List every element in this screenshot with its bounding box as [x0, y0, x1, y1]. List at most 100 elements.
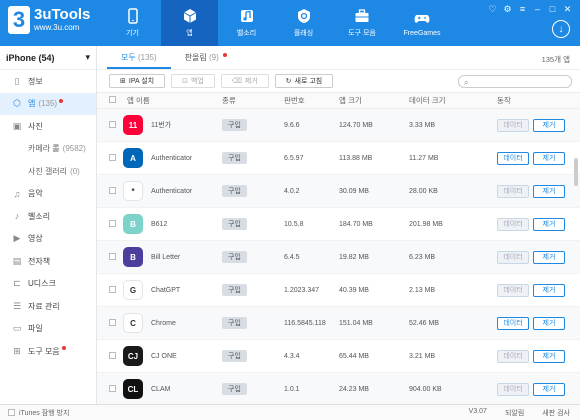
sidebar-item-label: 음악 — [28, 189, 43, 199]
app-name: Authenticator — [151, 154, 193, 162]
main-nav: 기기 앱 벨소리 플래싱 도구 모음 FreeGames — [104, 0, 452, 46]
column-header-app-size[interactable]: 앱 크기 — [339, 95, 409, 106]
table-row[interactable]: 11 11번가 구입 9.6.6 124.70 MB 3.33 MB 데이터 제거 — [97, 109, 580, 142]
music-icon — [240, 10, 253, 22]
maximize-icon[interactable]: □ — [548, 5, 557, 14]
nav-label: 도구 모음 — [348, 30, 376, 37]
app-name: CLAM — [151, 385, 171, 393]
table-row[interactable]: A Authenticator 구입 6.5.97 113.88 MB 11.27 MB 데… — [97, 142, 580, 175]
data-button[interactable]: 데이터 — [497, 382, 529, 396]
column-header-data-size[interactable]: 데이터 크기 — [409, 95, 497, 106]
table-row[interactable]: G ChatGPT 구입 1.2023.347 40.39 MB 2.13 MB 데이터 제거 — [97, 274, 580, 307]
nav-freegames[interactable]: FreeGames — [392, 0, 452, 46]
table-row[interactable]: * Authenticator 구입 4.0.2 30.09 MB 28.00 KB 데이터… — [97, 175, 580, 208]
tab-all[interactable]: 모두 (135) — [107, 52, 171, 69]
device-name: iPhone (54) — [6, 52, 55, 63]
sidebar-item-music[interactable]: ♫ 음악 — [0, 183, 96, 206]
remove-button[interactable]: 제거 — [533, 217, 565, 231]
data-button[interactable]: 데이터 — [497, 349, 529, 363]
nav-ringtones[interactable]: 벨소리 — [218, 0, 275, 46]
app-version: 1.2023.347 — [284, 286, 320, 294]
shirt-icon[interactable]: ♡ — [488, 5, 497, 14]
minimize-icon[interactable]: – — [533, 5, 542, 14]
scrollbar[interactable] — [574, 158, 578, 186]
backup-button[interactable]: ⊡ 백업 — [171, 74, 215, 88]
column-header-name[interactable]: 앱 이름 — [115, 95, 222, 106]
itunes-checkbox[interactable] — [8, 409, 15, 416]
feedback-link[interactable]: 되알림 — [505, 408, 524, 418]
data-button[interactable]: 데이터 — [497, 283, 529, 297]
device-selector[interactable]: iPhone (54) ▾ — [0, 46, 96, 70]
column-header-action: 동작 — [497, 96, 511, 105]
sidebar-item-label: 사진 — [28, 121, 43, 131]
app-size: 30.09 MB — [339, 187, 369, 195]
app-name: 11번가 — [151, 122, 172, 129]
sidebar-item-info[interactable]: ▯ 정보 — [0, 70, 96, 93]
sidebar-item-files[interactable]: ▭ 파일 — [0, 318, 96, 341]
nav-apps[interactable]: 앱 — [161, 0, 218, 46]
app-version: 6.5.97 — [284, 154, 304, 162]
app-icon: CL — [123, 379, 143, 399]
remove-button[interactable]: 제거 — [533, 118, 565, 132]
delete-button[interactable]: ⌫ 제거 — [220, 74, 269, 88]
sidebar-item-photos[interactable]: ▣ 사진 — [0, 115, 96, 138]
nav-flash[interactable]: 플래싱 — [275, 0, 332, 46]
nav-toolbox[interactable]: 도구 모음 — [332, 0, 392, 46]
toolbox-icon — [355, 9, 369, 22]
data-button[interactable]: 데이터 — [497, 316, 529, 330]
refresh-button[interactable]: ↻ 새로 고침 — [274, 74, 334, 88]
cube-icon — [183, 9, 196, 23]
sidebar-item-ringtones[interactable]: ♪ 벨소리 — [0, 205, 96, 228]
type-badge: 구입 — [222, 152, 247, 164]
sidebar-item-data-management[interactable]: ☰ 자료 관리 — [0, 295, 96, 318]
remove-button[interactable]: 제거 — [533, 151, 565, 165]
app-icon: * — [123, 181, 143, 201]
search-input[interactable]: ⌕ — [458, 75, 572, 88]
logo-mark: 3 — [8, 6, 30, 34]
sidebar-item-toolbox[interactable]: ⊞ 도구 모음 — [0, 340, 96, 363]
remove-button[interactable]: 제거 — [533, 250, 565, 264]
remove-button[interactable]: 제거 — [533, 184, 565, 198]
phone-icon — [127, 8, 138, 24]
settings-icon[interactable]: ⚙ — [503, 5, 512, 14]
sidebar-item-camera-roll[interactable]: 카메라 롤 (9582) — [0, 138, 96, 161]
data-button[interactable]: 데이터 — [497, 250, 529, 264]
install-icon: ⊞ — [120, 78, 126, 85]
sidebar-item-label: 사진 갤러리 — [28, 166, 68, 176]
table-row[interactable]: CJ CJ ONE 구입 4.3.4 65.44 MB 3.21 MB 데이터 제거 — [97, 340, 580, 373]
table-row[interactable]: CL CLAM 구입 1.0.1 24.23 MB 904.00 KB 데이터 제거 — [97, 373, 580, 406]
download-icon[interactable]: ↓ — [552, 20, 570, 38]
type-badge: 구입 — [222, 251, 247, 263]
table-row[interactable]: B B612 구입 10.5.8 184.70 MB 201.98 MB 데이터 제거 — [97, 208, 580, 241]
remove-button[interactable]: 제거 — [533, 283, 565, 297]
data-button[interactable]: 데이터 — [497, 118, 529, 132]
install-ipa-button[interactable]: ⊞ IPA 설치 — [109, 74, 166, 88]
remove-button[interactable]: 제거 — [533, 349, 565, 363]
column-header-type[interactable]: 종류 — [222, 95, 284, 106]
data-button[interactable]: 데이터 — [497, 217, 529, 231]
sidebar-item-apps[interactable]: ⬡ 앱 (135) — [0, 92, 96, 115]
nav-device[interactable]: 기기 — [104, 0, 161, 46]
check-update-link[interactable]: 새판 검사 — [542, 408, 570, 418]
data-size: 3.33 MB — [409, 121, 436, 129]
app-name: B612 — [151, 220, 168, 228]
sidebar-item-label: 정보 — [28, 76, 43, 86]
data-button[interactable]: 데이터 — [497, 184, 529, 198]
phone-icon: ▯ — [14, 75, 20, 86]
sidebar-item-udisk[interactable]: ⊏ U디스크 — [0, 273, 96, 296]
close-icon[interactable]: ✕ — [563, 5, 572, 14]
chevron-down-icon: ▾ — [85, 52, 90, 62]
column-header-version[interactable]: 판번호 — [284, 95, 339, 106]
table-row[interactable]: B Bill Letter 구입 6.4.5 19.82 MB 6.23 MB 데이터 제거 — [97, 241, 580, 274]
table-row[interactable]: C Chrome 구입 116.5845.118 151.04 MB 52.46 MB 데이… — [97, 307, 580, 340]
sidebar-item-ebooks[interactable]: ▤ 전자책 — [0, 250, 96, 273]
remove-button[interactable]: 제거 — [533, 382, 565, 396]
sidebar-item-video[interactable]: ▶ 영상 — [0, 228, 96, 251]
menu-icon[interactable]: ≡ — [518, 5, 527, 14]
data-button[interactable]: 데이터 — [497, 151, 529, 165]
app-version: 4.3.4 — [284, 352, 300, 360]
tab-updates[interactable]: 판올림 (9) — [171, 52, 241, 69]
remove-button[interactable]: 제거 — [533, 316, 565, 330]
sidebar-item-photo-gallery[interactable]: 사진 갤러리 (0) — [0, 160, 96, 183]
refresh-icon: ↻ — [285, 78, 292, 85]
